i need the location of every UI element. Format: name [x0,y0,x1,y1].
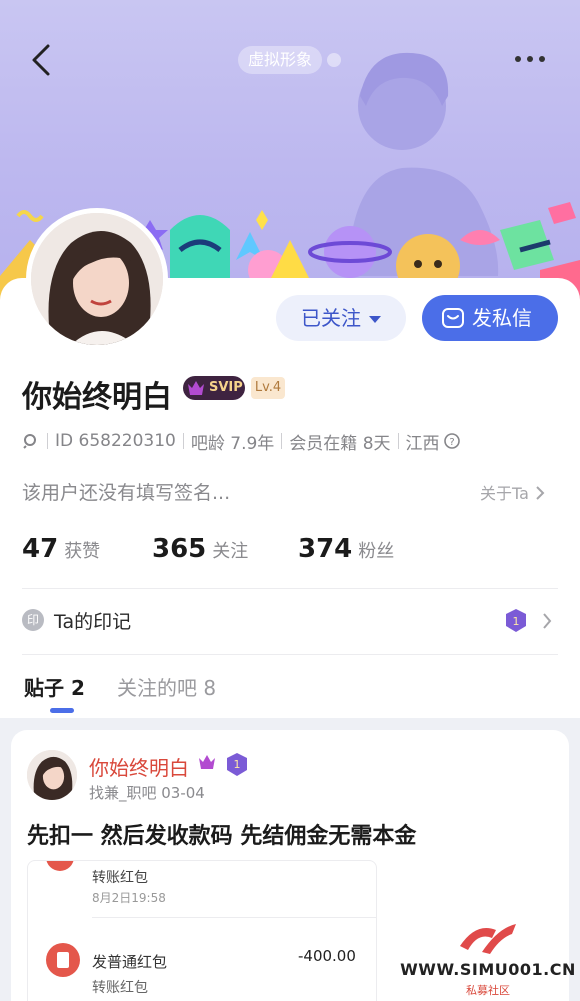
divider [397,433,399,449]
post-author-name[interactable]: 你始终明白 [89,752,189,781]
divider [92,917,376,918]
status-dot [327,53,341,67]
svg-text:1: 1 [234,758,241,771]
profile-meta: ID 658220310 吧龄 7.9年 会员在籍 8天 江西 ? [22,430,461,454]
svip-label: SVIP [209,380,243,395]
fans-count: 374 [298,534,353,564]
stat-following[interactable]: 365 关注 [152,534,248,564]
back-arrow-icon[interactable] [24,40,64,80]
divider [47,433,48,449]
redpacket-icon [46,861,74,871]
user-id[interactable]: ID 658220310 [55,431,176,451]
tab-followed-bars[interactable]: 关注的吧 8 [117,672,216,701]
search-icon[interactable] [22,432,40,450]
seal-icon: 印 [22,609,44,631]
screenshot-line1: 转账红包 [92,870,148,886]
following-label: 关注 [212,541,249,562]
chevron-down-icon [369,316,381,323]
post-avatar-photo [27,750,77,800]
crown-icon [188,381,204,395]
help-icon[interactable]: ? [443,432,461,450]
signature: 该用户还没有填写签名... [22,482,231,504]
watermark-logo [460,924,516,954]
post-avatar[interactable] [27,750,77,800]
post-image[interactable]: 转账红包 8月2日19:58 发普通红包 -400.00 转账红包 [27,860,377,1001]
active-tab-indicator [50,708,74,713]
tab-posts[interactable]: 贴子 2 [24,672,85,701]
post-author-badges: 1 [199,753,247,776]
divider [22,654,558,655]
followed-label: 已关注 [301,306,361,330]
avatar[interactable] [26,208,168,350]
watermark-sub: 私募社区 [466,984,510,997]
watermark: WWW.SIMU001.CN 私募社区 [400,914,576,998]
post-bar-and-date: 找兼_职吧 03-04 [89,784,205,802]
bar-age: 吧龄 7.9年 [190,433,275,454]
send-message-label: 发私信 [472,306,532,330]
svip-badge[interactable]: SVIP [183,376,245,400]
about-label: 关于Ta [480,484,529,503]
virtual-avatar-badge[interactable]: 虚拟形象 [238,46,323,74]
post-title[interactable]: 先扣一 然后发收款码 先结佣金无需本金 [27,818,416,850]
user-name: 你始终明白 [22,380,172,415]
likes-count: 47 [22,534,59,564]
location: 江西 [405,433,440,454]
svg-text:?: ? [449,437,454,448]
more-icon[interactable] [508,44,552,74]
screenshot-line2: 发普通红包 [92,953,168,971]
divider [182,433,184,449]
following-count: 365 [152,534,207,564]
watermark-text: WWW.SIMU001.CN [400,960,576,979]
level-badge[interactable]: Lv.4 [251,377,285,399]
stat-likes[interactable]: 47 获赞 [22,534,100,564]
redpacket-icon [46,943,80,977]
seal-row[interactable]: 印 Ta的印记 [22,605,131,635]
profile-page: 虚拟形象 已关注 发私信 你始终明白 SVIP Lv.4 ID 65822031… [0,0,580,1001]
screenshot-amount: -400.00 [298,947,356,965]
about-link[interactable]: 关于Ta [480,480,547,504]
followed-button[interactable]: 已关注 [276,295,406,341]
screenshot-time1: 8月2日19:58 [92,891,166,905]
avatar-photo [31,213,163,345]
fans-label: 粉丝 [358,541,395,562]
chevron-right-icon [536,486,545,500]
seal-medal-icon[interactable]: 1 [504,607,560,635]
seal-label: Ta的印记 [54,610,132,633]
stat-fans[interactable]: 374 粉丝 [298,534,394,564]
divider [22,588,558,589]
send-message-button[interactable]: 发私信 [422,295,558,341]
likes-label: 获赞 [64,541,101,562]
member-days: 会员在籍 8天 [289,433,391,454]
message-icon [442,308,464,328]
divider [281,433,283,449]
screenshot-line3: 转账红包 [92,980,148,996]
svg-text:1: 1 [513,615,520,628]
